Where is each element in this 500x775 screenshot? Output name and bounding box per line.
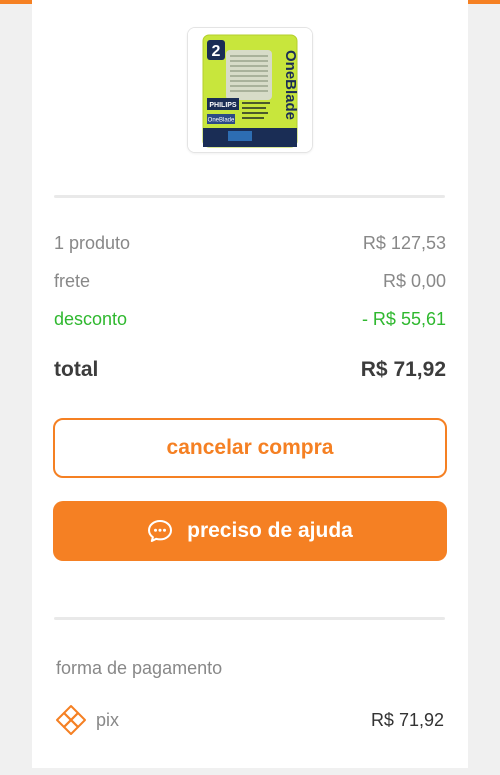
divider — [54, 195, 445, 198]
help-label: preciso de ajuda — [187, 519, 353, 542]
discount-row: desconto - R$ 55,61 — [54, 309, 446, 330]
payment-section-label: forma de pagamento — [56, 658, 223, 678]
products-value: R$ 127,53 — [362, 233, 446, 253]
payment-amount: R$ 71,92 — [370, 709, 444, 730]
package-brand: PHILIPS — [209, 102, 237, 109]
package-line-small: OneBlade — [208, 118, 235, 124]
payment-method-name: pix — [96, 709, 120, 730]
pix-icon — [56, 705, 86, 735]
package-line-vertical: OneBlade — [282, 50, 299, 120]
product-thumbnail[interactable]: 2 PHILIPS OneBlade OneBlade — [187, 27, 313, 153]
discount-value: - R$ 55,61 — [361, 309, 446, 329]
total-label: total — [54, 358, 99, 381]
shipping-value: R$ 0,00 — [382, 271, 446, 291]
pack-count: 2 — [212, 43, 221, 60]
shipping-label: frete — [54, 271, 91, 291]
divider — [54, 617, 445, 620]
cancel-purchase-label: cancelar compra — [166, 436, 334, 459]
cancel-purchase-button[interactable]: cancelar compra — [53, 418, 447, 478]
bottom-edge — [32, 768, 468, 775]
products-label: 1 produto — [54, 233, 131, 253]
total-value: R$ 71,92 — [360, 358, 446, 381]
discount-label: desconto — [54, 309, 128, 329]
products-row: 1 produto R$ 127,53 — [54, 233, 446, 254]
chat-bubble-icon — [148, 520, 173, 542]
product-image: 2 PHILIPS OneBlade OneBlade — [188, 28, 312, 152]
order-summary-card: 2 PHILIPS OneBlade OneBlade 1 produto R$… — [32, 0, 468, 775]
total-row: total R$ 71,92 — [54, 358, 446, 382]
help-button[interactable]: preciso de ajuda — [53, 501, 447, 561]
shipping-row: frete R$ 0,00 — [54, 271, 446, 292]
payment-method-row: pix R$ 71,92 — [54, 703, 444, 737]
